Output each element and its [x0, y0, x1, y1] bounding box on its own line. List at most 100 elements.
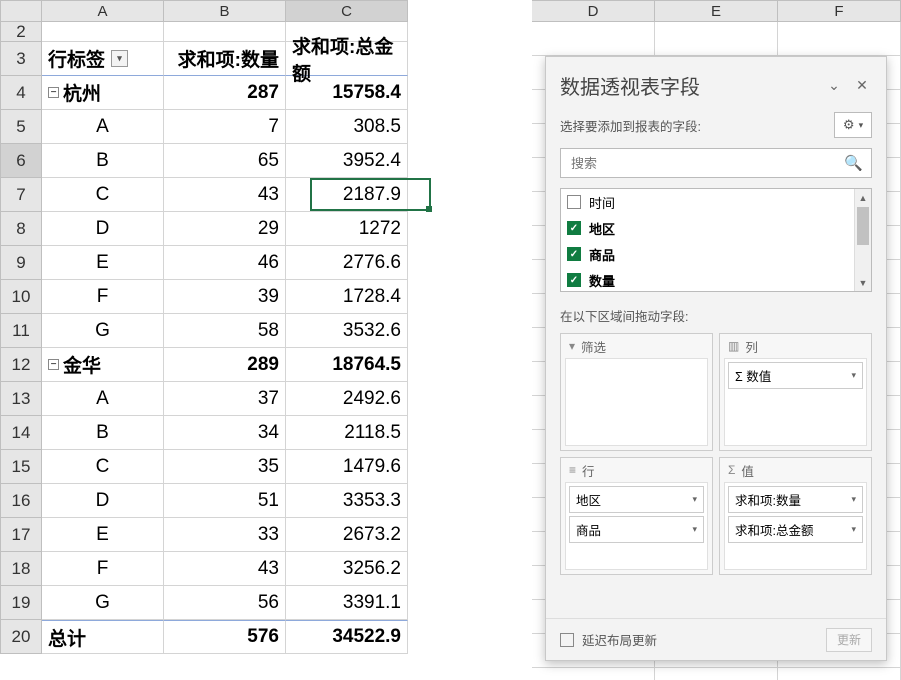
row-header[interactable]: 2 — [0, 22, 42, 42]
group-jinhua[interactable]: − 金华 — [42, 348, 164, 382]
chevron-down-icon[interactable]: ▾ — [851, 524, 856, 535]
columns-zone[interactable]: ▥ 列 Σ 数值 ▾ — [719, 333, 872, 451]
cell[interactable]: 18764.5 — [286, 348, 408, 382]
close-pane-icon[interactable]: ✕ — [852, 76, 872, 96]
cell[interactable] — [42, 22, 164, 42]
cell[interactable]: 7 — [164, 110, 286, 144]
zone-item[interactable]: 求和项:数量 ▾ — [728, 486, 863, 513]
row-header[interactable]: 9 — [0, 246, 42, 280]
collapse-icon[interactable]: − — [48, 87, 59, 98]
field-item[interactable]: ✓ 商品 — [561, 241, 854, 267]
cell[interactable]: 3532.6 — [286, 314, 408, 348]
cell[interactable]: 51 — [164, 484, 286, 518]
cell[interactable]: 56 — [164, 586, 286, 620]
cell[interactable]: G — [42, 586, 164, 620]
cell[interactable]: 2492.6 — [286, 382, 408, 416]
cell[interactable]: 58 — [164, 314, 286, 348]
zone-item[interactable]: Σ 数值 ▾ — [728, 362, 863, 389]
col-header-E[interactable]: E — [655, 0, 778, 22]
row-header[interactable]: 13 — [0, 382, 42, 416]
cell[interactable]: 43 — [164, 178, 286, 212]
cell[interactable]: C — [42, 178, 164, 212]
row-header[interactable]: 3 — [0, 42, 42, 76]
row-header[interactable]: 20 — [0, 620, 42, 654]
row-label-filter-button[interactable]: ▾ — [111, 50, 128, 67]
cell[interactable]: 289 — [164, 348, 286, 382]
group-hangzhou[interactable]: − 杭州 — [42, 76, 164, 110]
cell[interactable]: 2118.5 — [286, 416, 408, 450]
update-button[interactable]: 更新 — [826, 628, 872, 652]
cell[interactable]: 3353.3 — [286, 484, 408, 518]
defer-layout-checkbox[interactable] — [560, 633, 574, 647]
field-search-input[interactable] — [569, 155, 844, 172]
cell[interactable]: 29 — [164, 212, 286, 246]
col-header-D[interactable]: D — [532, 0, 655, 22]
cell[interactable]: 33 — [164, 518, 286, 552]
row-header[interactable]: 14 — [0, 416, 42, 450]
row-header[interactable]: 17 — [0, 518, 42, 552]
row-header[interactable]: 7 — [0, 178, 42, 212]
row-header[interactable]: 19 — [0, 586, 42, 620]
chevron-down-icon[interactable]: ▾ — [851, 370, 856, 381]
values-zone[interactable]: Σ 值 求和项:数量 ▾ 求和项:总金额 ▾ — [719, 457, 872, 575]
cell[interactable]: E — [42, 246, 164, 280]
cell[interactable]: B — [42, 144, 164, 178]
cell[interactable]: 34 — [164, 416, 286, 450]
zone-item[interactable]: 地区 ▾ — [569, 486, 704, 513]
cell[interactable]: F — [42, 280, 164, 314]
cell[interactable]: D — [42, 212, 164, 246]
row-header[interactable]: 11 — [0, 314, 42, 348]
chevron-down-icon[interactable]: ▾ — [692, 494, 697, 505]
rows-zone[interactable]: ≡ 行 地区 ▾ 商品 ▾ — [560, 457, 713, 575]
checkbox-icon[interactable]: ✓ — [567, 221, 581, 235]
col-header-A[interactable]: A — [42, 0, 164, 22]
cell[interactable]: 2776.6 — [286, 246, 408, 280]
pivot-amt-header[interactable]: 求和项:总金额 — [286, 42, 408, 76]
field-item[interactable]: ✓ 数量 — [561, 267, 854, 291]
row-header[interactable]: 16 — [0, 484, 42, 518]
pivot-qty-header[interactable]: 求和项:数量 — [164, 42, 286, 76]
row-header[interactable]: 8 — [0, 212, 42, 246]
collapse-pane-icon[interactable]: ⌄ — [824, 76, 844, 96]
field-search[interactable]: 🔍 — [560, 148, 872, 178]
cell[interactable]: 15758.4 — [286, 76, 408, 110]
grand-total-amt[interactable]: 34522.9 — [286, 620, 408, 654]
cell[interactable]: 3256.2 — [286, 552, 408, 586]
row-header[interactable]: 18 — [0, 552, 42, 586]
cell[interactable]: 2673.2 — [286, 518, 408, 552]
cell[interactable]: E — [42, 518, 164, 552]
row-header[interactable]: 4 — [0, 76, 42, 110]
cell-active[interactable]: 3952.4 — [286, 144, 408, 178]
field-list-scrollbar[interactable]: ▲ ▼ — [854, 189, 871, 291]
cell[interactable]: C — [42, 450, 164, 484]
pane-settings-button[interactable]: ⚙▾ — [834, 112, 872, 138]
cell[interactable]: 65 — [164, 144, 286, 178]
cell[interactable]: A — [42, 110, 164, 144]
checkbox-icon[interactable]: ✓ — [567, 273, 581, 287]
row-header[interactable]: 10 — [0, 280, 42, 314]
cell[interactable] — [164, 22, 286, 42]
cell[interactable]: G — [42, 314, 164, 348]
checkbox-icon[interactable] — [567, 195, 581, 209]
chevron-down-icon[interactable]: ▾ — [692, 524, 697, 535]
cell[interactable]: 1728.4 — [286, 280, 408, 314]
cell[interactable]: 287 — [164, 76, 286, 110]
cell[interactable]: 43 — [164, 552, 286, 586]
row-header[interactable]: 12 — [0, 348, 42, 382]
chevron-down-icon[interactable]: ▾ — [851, 494, 856, 505]
col-header-C[interactable]: C — [286, 0, 408, 22]
filter-zone[interactable]: ▾ 筛选 — [560, 333, 713, 451]
grand-total-label[interactable]: 总计 — [42, 620, 164, 654]
cell[interactable]: 46 — [164, 246, 286, 280]
cell[interactable]: 37 — [164, 382, 286, 416]
zone-item[interactable]: 求和项:总金额 ▾ — [728, 516, 863, 543]
row-header[interactable]: 6 — [0, 144, 42, 178]
col-header-B[interactable]: B — [164, 0, 286, 22]
row-header[interactable]: 15 — [0, 450, 42, 484]
cell[interactable]: 1479.6 — [286, 450, 408, 484]
pivot-row-label-header[interactable]: 行标签 ▾ — [42, 42, 164, 76]
row-header[interactable]: 5 — [0, 110, 42, 144]
cell[interactable]: 1272 — [286, 212, 408, 246]
scroll-up-icon[interactable]: ▲ — [855, 189, 871, 206]
cell[interactable]: 308.5 — [286, 110, 408, 144]
